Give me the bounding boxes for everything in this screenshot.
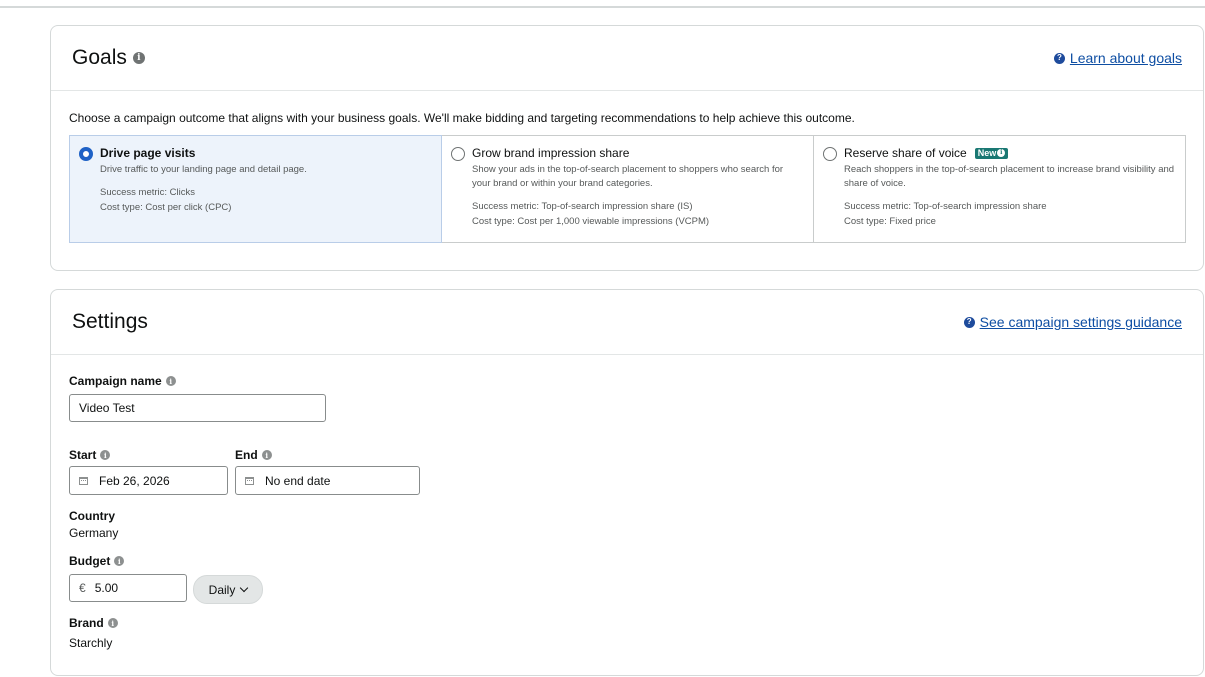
- settings-title: Settings: [72, 310, 148, 333]
- learn-about-goals-link[interactable]: ? Learn about goals: [1053, 50, 1182, 66]
- start-label-text: Start: [69, 448, 97, 462]
- goal-option-grow-brand-impression-share[interactable]: Grow brand impression share Show your ad…: [442, 136, 814, 242]
- goals-title: Goals i: [72, 46, 145, 70]
- new-badge-text: New: [977, 147, 997, 158]
- goals-description: Choose a campaign outcome that aligns wi…: [69, 111, 855, 125]
- budget-period-value: Daily: [208, 582, 236, 597]
- country-label-text: Country: [69, 509, 115, 523]
- radio-unselected-icon[interactable]: [451, 147, 465, 161]
- info-icon[interactable]: i: [100, 450, 111, 460]
- goal-option-title: Drive page visits: [100, 146, 431, 160]
- calendar-icon: [245, 476, 254, 485]
- info-icon[interactable]: i: [165, 376, 176, 386]
- help-icon: ?: [963, 316, 975, 328]
- start-date-value: Feb 26, 2026: [99, 473, 170, 488]
- help-icon: ?: [1053, 52, 1065, 64]
- goal-option-success-metric: Success metric: Top-of-search impression…: [844, 201, 1047, 212]
- settings-header: Settings ? See campaign settings guidanc…: [51, 290, 1203, 355]
- goal-option-description: Reach shoppers in the top-of-search plac…: [844, 164, 1175, 189]
- goal-option-meta: Success metric: Top-of-search impression…: [844, 199, 1175, 229]
- goal-option-title-text: Reserve share of voice: [844, 146, 967, 160]
- radio-selected-icon[interactable]: [79, 147, 93, 161]
- budget-period-select[interactable]: Daily: [193, 575, 263, 604]
- budget-value: 5.00: [94, 581, 119, 595]
- start-date-input[interactable]: Feb 26, 2026: [69, 466, 228, 495]
- settings-card: Settings ? See campaign settings guidanc…: [50, 289, 1204, 676]
- goals-title-text: Goals: [72, 46, 127, 69]
- campaign-name-input[interactable]: Video Test: [69, 394, 326, 422]
- chevron-down-icon: [240, 583, 249, 592]
- goal-option-title-text: Drive page visits: [100, 146, 196, 160]
- country-label: Country: [69, 509, 115, 523]
- end-date-input[interactable]: No end date: [235, 466, 420, 495]
- country-value: Germany: [69, 526, 119, 540]
- goal-options: Drive page visits Drive traffic to your …: [69, 135, 1186, 243]
- info-icon[interactable]: i: [107, 618, 118, 628]
- goal-option-drive-page-visits[interactable]: Drive page visits Drive traffic to your …: [69, 135, 442, 243]
- currency-symbol: €: [79, 581, 86, 595]
- budget-input[interactable]: € 5.00: [69, 574, 187, 602]
- goal-option-meta: Success metric: Clicks Cost type: Cost p…: [100, 185, 431, 215]
- start-label: Start i: [69, 448, 111, 462]
- goal-option-title: Reserve share of voice New i: [844, 146, 1175, 160]
- goal-option-title: Grow brand impression share: [472, 146, 803, 160]
- goal-option-description: Drive traffic to your landing page and d…: [100, 164, 307, 175]
- end-date-value: No end date: [265, 473, 331, 488]
- radio-unselected-icon[interactable]: [823, 147, 837, 161]
- goal-option-success-metric: Success metric: Clicks: [100, 187, 196, 198]
- new-badge: New i: [974, 147, 1009, 159]
- info-icon[interactable]: i: [261, 450, 272, 460]
- campaign-name-label: Campaign name i: [69, 374, 176, 388]
- campaign-name-label-text: Campaign name: [69, 374, 162, 388]
- calendar-icon: [79, 476, 88, 485]
- campaign-name-value: Video Test: [79, 401, 135, 415]
- brand-value: Starchly: [69, 636, 113, 650]
- brand-label: Brand i: [69, 616, 118, 630]
- learn-about-goals-text[interactable]: Learn about goals: [1070, 50, 1182, 66]
- goal-option-success-metric: Success metric: Top-of-search impression…: [472, 201, 693, 212]
- end-label-text: End: [235, 448, 258, 462]
- goals-card: Goals i ? Learn about goals Choose a cam…: [50, 25, 1204, 271]
- campaign-settings-guidance-link[interactable]: ? See campaign settings guidance: [963, 314, 1182, 330]
- info-icon[interactable]: i: [114, 556, 125, 566]
- goal-option-title-text: Grow brand impression share: [472, 146, 630, 160]
- goal-option-reserve-share-of-voice[interactable]: Reserve share of voice New i Reach shoppe…: [814, 136, 1185, 242]
- goals-header: Goals i ? Learn about goals: [51, 26, 1203, 91]
- budget-label: Budget i: [69, 554, 125, 568]
- campaign-settings-guidance-text[interactable]: See campaign settings guidance: [980, 314, 1182, 330]
- goal-option-cost-type: Cost type: Cost per click (CPC): [100, 202, 232, 213]
- brand-label-text: Brand: [69, 616, 104, 630]
- goal-option-description: Show your ads in the top-of-search place…: [472, 164, 784, 189]
- info-icon[interactable]: i: [132, 52, 145, 64]
- badge-info-icon: i: [997, 149, 1006, 158]
- goal-option-cost-type: Cost type: Fixed price: [844, 216, 936, 227]
- goal-option-cost-type: Cost type: Cost per 1,000 viewable impre…: [472, 216, 710, 227]
- goal-option-meta: Success metric: Top-of-search impression…: [472, 199, 803, 229]
- end-label: End i: [235, 448, 272, 462]
- budget-label-text: Budget: [69, 554, 111, 568]
- top-divider: [0, 6, 1205, 8]
